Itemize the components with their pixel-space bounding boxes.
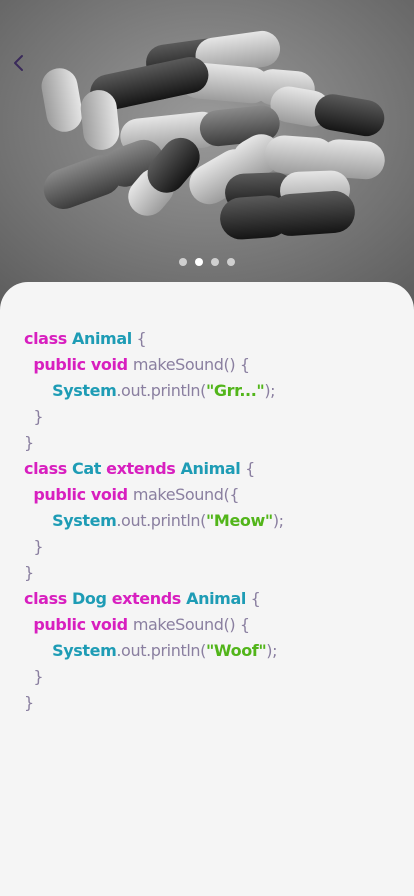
carousel-indicator xyxy=(0,258,414,266)
code-line: public void makeSound({ xyxy=(24,482,284,508)
code-token: ); xyxy=(264,381,276,400)
code-token: { xyxy=(245,589,261,608)
code-token: Dog xyxy=(71,589,112,608)
code-token: class xyxy=(24,459,72,478)
code-token: "Grr..." xyxy=(205,381,265,400)
code-line: System.out.println("Meow"); xyxy=(24,508,284,534)
code-token: makeSound() { xyxy=(132,615,250,634)
back-button[interactable] xyxy=(12,54,38,82)
chevron-left-icon xyxy=(14,55,23,71)
code-line: class Animal { xyxy=(24,326,284,352)
hero-image xyxy=(0,0,414,310)
code-token: System xyxy=(52,381,117,400)
code-line: class Dog extends Animal { xyxy=(24,586,284,612)
code-line: } xyxy=(24,664,284,690)
code-token: public void xyxy=(33,355,133,374)
code-token: } xyxy=(24,563,34,582)
code-line: System.out.println("Woof"); xyxy=(24,638,284,664)
code-token: } xyxy=(24,693,34,712)
code-token: public void xyxy=(33,615,133,634)
code-line: } xyxy=(24,404,284,430)
code-token: System xyxy=(52,641,117,660)
code-token: public void xyxy=(33,485,133,504)
code-token: } xyxy=(24,433,34,452)
code-token: Cat xyxy=(71,459,107,478)
carousel-dot[interactable] xyxy=(179,258,187,266)
code-token: Animal xyxy=(186,589,246,608)
code-token: } xyxy=(24,667,44,686)
code-line: public void makeSound() { xyxy=(24,612,284,638)
carousel-dot[interactable] xyxy=(227,258,235,266)
code-line: } xyxy=(24,560,284,586)
code-token: { xyxy=(131,329,147,348)
code-snippet: class Animal { public void makeSound() {… xyxy=(24,326,284,716)
code-token: Animal xyxy=(71,329,132,348)
code-token: } xyxy=(24,407,44,426)
carousel-dot-active[interactable] xyxy=(195,258,203,266)
code-token: .out.println( xyxy=(116,511,206,530)
code-token: { xyxy=(240,459,255,478)
code-line: } xyxy=(24,690,284,716)
code-token: System xyxy=(52,511,117,530)
code-line: } xyxy=(24,534,284,560)
code-token: "Meow" xyxy=(205,511,273,530)
code-token: .out.println( xyxy=(116,381,206,400)
code-token: extends xyxy=(111,589,187,608)
code-token: Animal xyxy=(180,459,241,478)
code-token: makeSound() { xyxy=(132,355,250,374)
code-line: } xyxy=(24,430,284,456)
code-token: makeSound({ xyxy=(132,485,240,504)
code-line: class Cat extends Animal { xyxy=(24,456,284,482)
code-token: extends xyxy=(106,459,181,478)
code-token: .out.println( xyxy=(116,641,206,660)
code-token: } xyxy=(24,537,44,556)
code-token: class xyxy=(24,329,72,348)
code-token: "Woof" xyxy=(205,641,267,660)
code-token: class xyxy=(24,589,72,608)
code-line: public void makeSound() { xyxy=(24,352,284,378)
code-line: System.out.println("Grr..."); xyxy=(24,378,284,404)
code-token: ); xyxy=(266,641,278,660)
carousel-dot[interactable] xyxy=(211,258,219,266)
code-token: ); xyxy=(272,511,284,530)
